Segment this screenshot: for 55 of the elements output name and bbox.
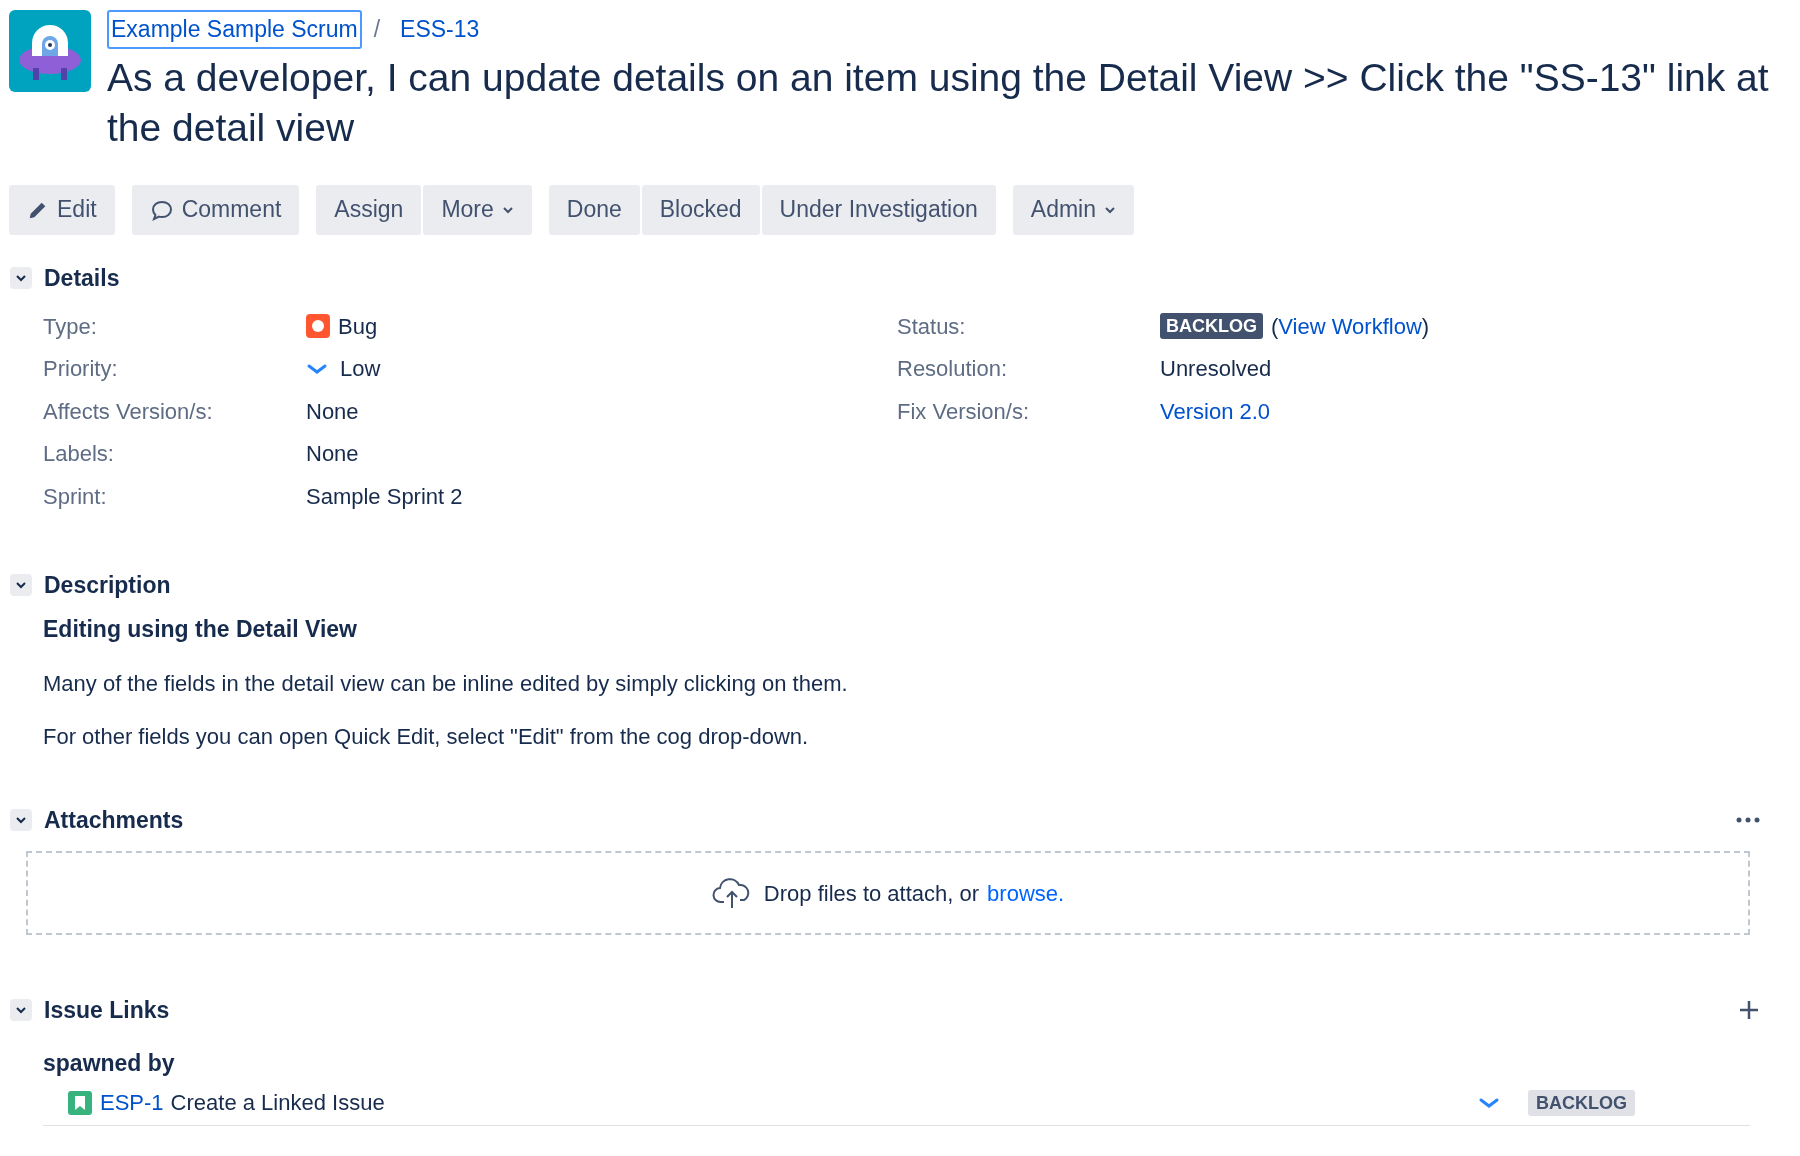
- browse-link[interactable]: browse.: [987, 876, 1065, 910]
- description-paragraph: Many of the fields in the detail view can be inline edited by simply clicking on them.: [43, 669, 849, 698]
- field-label: Priority:: [43, 355, 119, 384]
- collapse-toggle[interactable]: [10, 573, 32, 596]
- toolbar-button[interactable]: Blocked: [641, 184, 760, 235]
- paren-text: ): [1421, 312, 1430, 341]
- issue-title: As a developer, I can update details on an item using the Detail View >> Click the "SS-13" link at the detail view: [107, 54, 1770, 151]
- edit-button[interactable]: Edit: [9, 184, 115, 235]
- field-label: Affects Version/s:: [43, 397, 214, 426]
- toolbar-button[interactable]: More: [423, 184, 532, 235]
- toolbar-button[interactable]: Admin: [1012, 184, 1134, 235]
- status-lozenge: BACKLOG: [1160, 313, 1263, 340]
- section-heading: Details: [44, 263, 120, 293]
- field-label: Labels:: [43, 440, 115, 469]
- more-options-icon[interactable]: [1736, 816, 1760, 823]
- breadcrumb-separator: /: [373, 15, 381, 44]
- paren-text: (: [1271, 312, 1279, 341]
- section-heading: Description: [44, 570, 171, 600]
- field-label: Sprint:: [43, 482, 108, 511]
- toolbar-button[interactable]: Assign: [316, 184, 422, 235]
- version-link[interactable]: Version 2.0: [1160, 394, 1271, 428]
- description-subheading: Editing using the Detail View: [43, 615, 358, 644]
- section-heading: Issue Links: [44, 996, 170, 1025]
- collapse-toggle[interactable]: [10, 999, 32, 1022]
- field-value: Bug: [338, 312, 378, 341]
- file-drop-zone[interactable]: Drop files to attach, or browse.: [26, 851, 1750, 935]
- field-label: Status:: [897, 312, 967, 341]
- issue-key-link[interactable]: ESS-13: [400, 12, 480, 47]
- field-label: Fix Version/s:: [897, 397, 1031, 426]
- project-avatar-icon: [9, 10, 91, 92]
- cloud-upload-icon: [711, 876, 752, 910]
- issue-key-link[interactable]: ESP-1: [100, 1086, 164, 1119]
- status-lozenge: BACKLOG: [1528, 1089, 1635, 1116]
- plus-icon[interactable]: [1738, 999, 1760, 1022]
- field-label: Type:: [43, 312, 98, 341]
- section-heading: Attachments: [44, 805, 184, 835]
- field-value: Sample Sprint 2: [306, 482, 463, 511]
- drop-instructions: Drop files to attach, or: [763, 879, 980, 908]
- story-icon: [68, 1090, 92, 1115]
- description-paragraph: For other fields you can open Quick Edit, select "Edit" from the cog drop-down.: [43, 722, 810, 751]
- view-workflow-link[interactable]: View Workflow: [1278, 309, 1422, 343]
- collapse-toggle[interactable]: [10, 266, 32, 289]
- bug-icon: [306, 314, 330, 339]
- project-link[interactable]: Example Sample Scrum: [107, 10, 362, 49]
- field-value: None: [306, 397, 359, 426]
- toolbar-button[interactable]: Done: [548, 184, 640, 235]
- toolbar-button[interactable]: Under Investigation: [761, 184, 996, 235]
- collapse-toggle[interactable]: [10, 808, 32, 831]
- link-type-heading: spawned by: [43, 1048, 176, 1078]
- field-value: None: [306, 440, 359, 469]
- issue-summary: Create a Linked Issue: [170, 1089, 385, 1117]
- field-value: Unresolved: [1160, 355, 1272, 384]
- comment-button[interactable]: Comment: [131, 184, 300, 235]
- field-label: Resolution:: [897, 355, 1009, 384]
- field-value: Low: [340, 355, 381, 384]
